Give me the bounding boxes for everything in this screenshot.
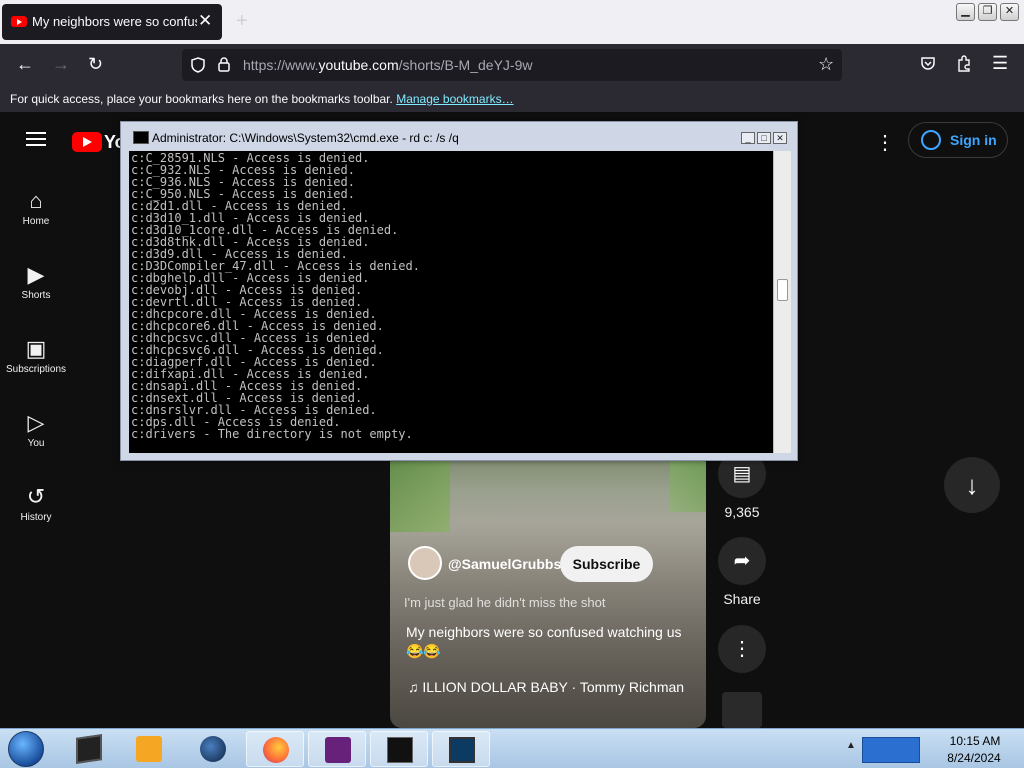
back-arrow-icon[interactable]: ← (16, 54, 34, 75)
url-text[interactable]: https://www.youtube.com/shorts/B-M_deYJ-… (243, 57, 532, 73)
sign-in-button[interactable]: Sign in (908, 122, 1008, 158)
sidebar-item-label: Home (22, 216, 50, 227)
comments-count: 9,365 (724, 504, 760, 520)
bookmark-star-icon[interactable]: ☆ (818, 54, 834, 75)
taskbar-app-terminal[interactable] (370, 731, 428, 767)
scrollbar-thumb[interactable] (777, 279, 788, 301)
video-description[interactable]: My neighbors were so confused watching u… (406, 623, 696, 661)
account-icon (921, 130, 941, 150)
terminal-icon (387, 737, 413, 763)
sign-in-label: Sign in (950, 132, 997, 148)
browser-tab[interactable]: My neighbors were so confused watching u… (2, 4, 222, 40)
taskbar-app-window[interactable] (60, 731, 118, 767)
sidebar-item-label: You (27, 438, 45, 449)
history-icon: ↺ (26, 484, 46, 509)
cmd-console[interactable]: c:C_28591.NLS - Access is denied. c:C_932… (129, 151, 791, 453)
sidebar-item-label: History (20, 512, 52, 523)
taskbar-app-firefox[interactable] (246, 731, 304, 767)
close-window-button[interactable]: ✕ (1000, 3, 1019, 21)
share-icon: ➦ (718, 537, 766, 585)
url-bar[interactable]: https://www.youtube.com/shorts/B-M_deYJ-… (182, 49, 842, 81)
manage-bookmarks-link[interactable]: Manage bookmarks… (396, 92, 513, 106)
start-button[interactable] (8, 731, 44, 767)
share-button[interactable]: ➦ Share (718, 537, 766, 607)
bookmarks-toolbar: For quick access, place your bookmarks h… (0, 86, 1024, 112)
shorts-icon: ▶ (27, 262, 45, 287)
firefox-icon (263, 737, 289, 763)
cmd-maximize-button[interactable]: □ (757, 132, 771, 144)
cmd-window-title: Administrator: C:\Windows\System32\cmd.e… (152, 131, 459, 145)
taskbar-app-globe[interactable] (184, 731, 242, 767)
youtube-favicon-icon (11, 16, 27, 27)
video-caption: I'm just glad he didn't miss the shot (404, 595, 606, 610)
shield-icon[interactable] (190, 57, 206, 73)
more-options-icon[interactable]: ⋮ (875, 130, 895, 155)
visual-studio-icon (325, 737, 351, 763)
cmd-taskbar-icon (449, 737, 475, 763)
clock-time[interactable]: 10:15 AM (948, 734, 1002, 748)
taskbar-app-cmd[interactable] (432, 731, 490, 767)
console-scrollbar[interactable] (773, 151, 791, 453)
lock-icon[interactable] (217, 56, 231, 73)
console-line: c:drivers - The directory is not empty. (131, 427, 413, 441)
minimize-button[interactable]: ▁ (956, 3, 975, 21)
new-tab-button[interactable]: + (236, 10, 248, 33)
video-frame (670, 452, 706, 512)
sidebar-item-you[interactable]: ▷ You (0, 410, 72, 449)
channel-avatar[interactable] (408, 546, 442, 580)
subscriptions-icon: ▣ (25, 336, 47, 361)
share-label: Share (723, 591, 761, 607)
window-app-icon (76, 734, 102, 764)
cmd-window[interactable]: Administrator: C:\Windows\System32\cmd.e… (120, 121, 798, 461)
windows-taskbar: ▲ 10:15 AM 8/24/2024 (0, 728, 1024, 768)
next-short-button[interactable]: ↓ (944, 457, 1000, 513)
browser-tab-bar: My neighbors were so confused watching u… (0, 0, 1024, 44)
you-icon: ▷ (27, 410, 45, 435)
forward-arrow-icon[interactable]: → (52, 54, 70, 75)
music-track[interactable]: ♫ ILLION DOLLAR BABY · Tommy Richman (408, 679, 684, 695)
sidebar-item-history[interactable]: ↺ History (0, 484, 72, 523)
bookmarks-hint-text: For quick access, place your bookmarks h… (10, 92, 393, 106)
sidebar-item-label: Shorts (21, 290, 51, 301)
sidebar-item-subscriptions[interactable]: ▣ Subscriptions (0, 336, 72, 375)
globe-icon (200, 736, 226, 762)
notification-area-icons[interactable] (862, 737, 920, 763)
reload-icon[interactable]: ↻ (88, 54, 103, 75)
subscribe-button[interactable]: Subscribe (560, 546, 653, 582)
sound-thumbnail[interactable] (722, 692, 762, 728)
video-frame (390, 452, 450, 532)
short-video-player[interactable]: @SamuelGrubbs Subscribe I'm just glad he… (390, 452, 706, 728)
taskbar-app-media[interactable] (120, 731, 178, 767)
show-hidden-icons[interactable]: ▲ (846, 740, 856, 751)
sidebar-item-label: Subscriptions (5, 364, 67, 375)
cmd-icon (133, 131, 149, 144)
guide-menu-icon[interactable] (26, 132, 46, 146)
sidebar-item-home[interactable]: ⌂ Home (0, 188, 72, 227)
tab-title: My neighbors were so confused watching u… (32, 14, 197, 29)
short-more-button[interactable]: ⋮ (718, 625, 766, 673)
sidebar-item-shorts[interactable]: ▶ Shorts (0, 262, 72, 301)
menu-icon[interactable]: ☰ (992, 53, 1008, 74)
extensions-icon[interactable] (956, 55, 972, 73)
bookmarks-hint: For quick access, place your bookmarks h… (10, 92, 514, 106)
media-player-icon (136, 736, 162, 762)
more-vertical-icon: ⋮ (718, 625, 766, 673)
pocket-icon[interactable] (920, 56, 936, 72)
youtube-logo-icon[interactable] (72, 132, 102, 152)
channel-name[interactable]: @SamuelGrubbs (448, 556, 561, 572)
tab-close-icon[interactable]: ✕ (198, 11, 212, 31)
maximize-button[interactable]: ❐ (978, 3, 997, 21)
cmd-minimize-button[interactable]: _ (741, 132, 755, 144)
home-icon: ⌂ (29, 188, 43, 213)
cmd-close-button[interactable]: ✕ (773, 132, 787, 144)
taskbar-app-visual-studio[interactable] (308, 731, 366, 767)
console-output: c:C_28591.NLS - Access is denied. c:C_932… (131, 152, 420, 440)
navigation-toolbar: ← → ↻ https://www.youtube.com/shorts/B-M… (0, 44, 1024, 86)
clock-date[interactable]: 8/24/2024 (944, 751, 1004, 765)
